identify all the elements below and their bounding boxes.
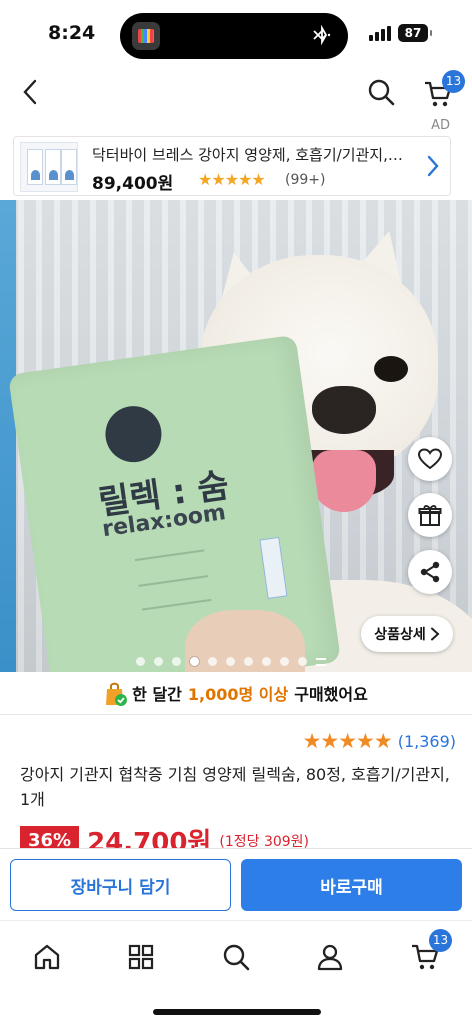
pouch-label — [259, 536, 288, 600]
app-icon — [132, 22, 160, 50]
buy-bar: 장바구니 담기 바로구매 — [0, 848, 472, 920]
window-edge — [0, 200, 16, 672]
page-dot[interactable] — [226, 657, 235, 666]
pouch-text-line — [138, 575, 209, 587]
page-dot[interactable] — [280, 657, 289, 666]
bottom-tab-bar: 13 — [0, 920, 472, 1024]
ad-banner[interactable]: 닥터바이 브레스 강아지 영양제, 호흡기/기관지,… 89,400원 ★★★★… — [13, 136, 451, 196]
purchase-count-notice: 한 달간 1,000명 이상 구매했어요 — [0, 678, 472, 708]
page-dot[interactable] — [298, 657, 307, 666]
dog-nose — [312, 386, 376, 434]
more-pages-icon[interactable] — [316, 657, 326, 666]
purchase-suffix: 구매했어요 — [294, 685, 368, 704]
review-count[interactable]: (1,369) — [398, 732, 456, 751]
page-dot[interactable] — [244, 657, 253, 666]
dynamic-island — [120, 13, 348, 59]
divider — [0, 714, 472, 715]
search-icon[interactable] — [216, 937, 256, 977]
dog-eye — [374, 356, 408, 382]
home-indicator — [153, 1009, 321, 1015]
share-icon[interactable] — [408, 550, 452, 594]
buy-now-button[interactable]: 바로구매 — [241, 859, 462, 911]
product-box — [61, 149, 77, 185]
home-icon[interactable] — [27, 937, 67, 977]
product-box — [45, 149, 61, 185]
ad-label: AD — [431, 118, 450, 133]
ad-rating-stars: ★★★★★ — [198, 170, 266, 189]
brand-logo — [101, 402, 166, 466]
page-dot[interactable] — [154, 657, 163, 666]
chevron-right-icon — [430, 627, 440, 641]
profile-icon[interactable] — [310, 937, 350, 977]
page-dot-active[interactable] — [190, 657, 199, 666]
dog-tongue — [312, 450, 376, 512]
ad-thumbnail — [20, 142, 78, 192]
page-dot[interactable] — [136, 657, 145, 666]
page-dot[interactable] — [208, 657, 217, 666]
product-detail-label: 상품상세 — [374, 627, 426, 643]
signal-icon — [369, 26, 391, 41]
gift-icon[interactable] — [408, 493, 452, 537]
rating-stars: ★★★★★ — [302, 729, 393, 753]
heart-icon[interactable] — [408, 437, 452, 481]
product-detail-button[interactable]: 상품상세 — [361, 616, 453, 652]
chevron-right-icon[interactable] — [426, 155, 440, 181]
pouch-text-line — [134, 549, 205, 562]
product-title: 강아지 기관지 협착증 기침 영양제 릴렉숨, 80정, 호흡기/기관지, 1개 — [20, 765, 450, 809]
back-icon[interactable] — [14, 74, 46, 110]
search-icon[interactable] — [364, 74, 398, 110]
cart-badge: 13 — [429, 929, 452, 952]
product-image[interactable]: 릴렉 : 숨 relax:oom — [0, 200, 472, 672]
purchase-prefix: 한 달간 — [132, 685, 182, 704]
ad-title: 닥터바이 브레스 강아지 영양제, 호흡기/기관지,… — [92, 146, 403, 164]
top-nav: 13 — [0, 64, 472, 120]
product-box — [27, 149, 43, 185]
page-dot[interactable] — [262, 657, 271, 666]
add-to-cart-button[interactable]: 장바구니 담기 — [10, 859, 231, 911]
battery-icon: 87 — [398, 24, 432, 42]
bluetooth-icon — [312, 24, 332, 49]
category-icon[interactable] — [121, 937, 161, 977]
ad-price: 89,400원 — [92, 174, 174, 194]
status-time: 8:24 — [48, 22, 96, 44]
page-dot[interactable] — [172, 657, 181, 666]
product-rating[interactable]: ★★★★★ (1,369) — [303, 729, 456, 753]
purchase-highlight: 1,000명 이상 — [187, 685, 289, 704]
status-bar: 8:24 87 — [0, 0, 472, 64]
ad-review-count: (99+) — [285, 172, 326, 188]
cart-badge: 13 — [442, 70, 465, 93]
image-pagination[interactable] — [136, 657, 326, 666]
pouch-text-line — [141, 598, 212, 611]
shopping-bag-icon — [104, 681, 128, 706]
